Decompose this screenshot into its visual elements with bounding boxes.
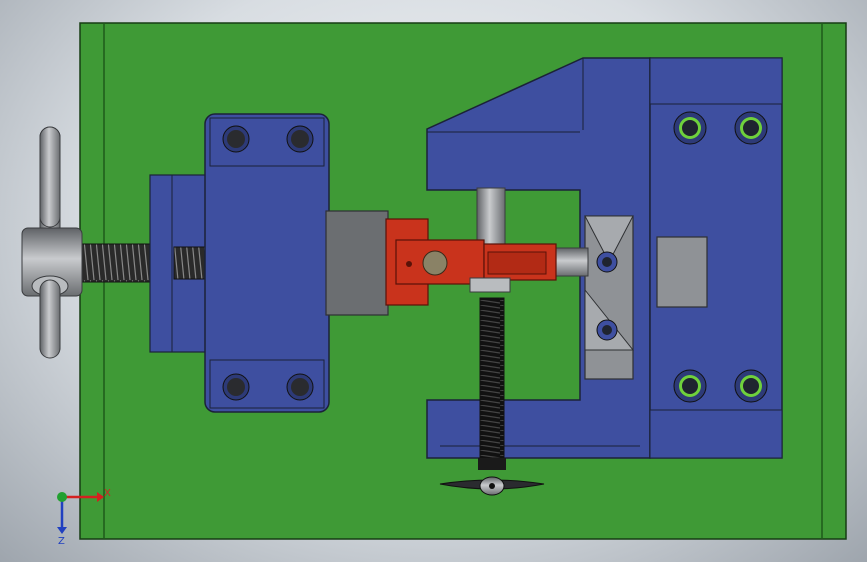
cap-screw-icon (286, 373, 314, 401)
v-block[interactable] (584, 215, 635, 380)
right-mounting-plate[interactable] (649, 57, 783, 459)
axis-x-label: X (104, 488, 111, 499)
cap-screw-icon (222, 125, 250, 153)
green-insert-icon (673, 369, 707, 403)
lower-lead-screw[interactable] (478, 297, 506, 470)
cad-viewport[interactable]: X Z (0, 0, 867, 562)
green-insert-icon (734, 111, 768, 145)
t-handle-icon[interactable] (21, 126, 83, 359)
left-jaw-pad[interactable] (325, 210, 389, 316)
cap-screw-icon (286, 125, 314, 153)
cap-screw-icon (222, 373, 250, 401)
right-pusher-pin[interactable] (555, 247, 589, 277)
assembly-drawing: X Z (21, 22, 847, 547)
green-insert-icon (734, 369, 768, 403)
green-insert-icon (673, 111, 707, 145)
left-clamp-body[interactable] (204, 113, 330, 413)
left-sliding-block[interactable] (149, 174, 213, 353)
axis-z-label: Z (58, 536, 65, 547)
